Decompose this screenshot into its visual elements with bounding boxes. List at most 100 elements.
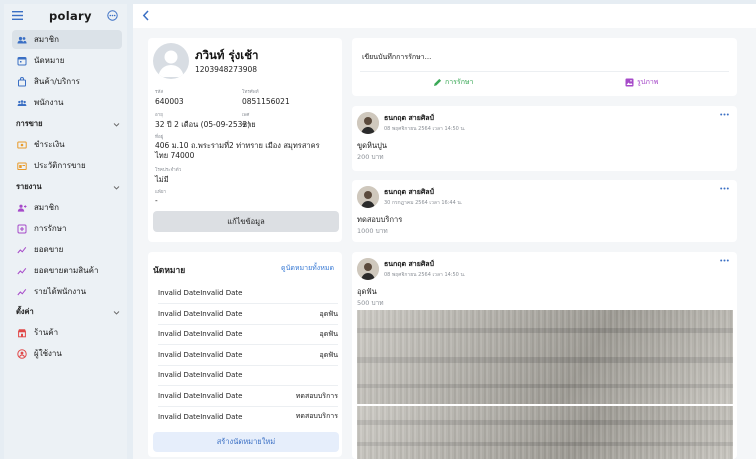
treatment-post: ธนกฤต สายศิลป์ 30 กรกฎาคม 2564 เวลา 16:4… [352, 180, 737, 242]
divider [360, 71, 729, 72]
phone-label: โทรศัพท์ [242, 90, 259, 95]
sidebar-item-sales-history[interactable]: ประวัติการขาย [12, 156, 122, 175]
new-appointment-button[interactable]: สร้างนัดหมายใหม่ [153, 432, 339, 452]
treatment-post: ธนกฤต สายศิลป์ 08 พฤศจิกายน 2564 เวลา 14… [352, 106, 737, 171]
section-title: รายงาน [16, 182, 42, 191]
address-value: 406 ม.10 ถ.พระรามที่2 ท่าทราย เมือง สมุท… [155, 141, 320, 160]
brand-bar: polary [4, 4, 127, 28]
post-service: อุดฟัน [357, 287, 377, 296]
sidebar-item-users[interactable]: ผู้ใช้งาน [12, 344, 122, 363]
section-settings[interactable]: ตั้งค่า [16, 306, 120, 318]
chevron-down-icon[interactable] [113, 184, 120, 191]
appointment-service: ทดสอบบริการ [295, 391, 338, 400]
treatment-photo[interactable] [357, 310, 733, 404]
note-input[interactable]: เขียนบันทึกการรักษา... [362, 52, 431, 63]
chevron-down-icon[interactable] [113, 121, 120, 128]
appointment-date: Invalid DateInvalid Date [158, 412, 243, 421]
more-horizontal-icon[interactable] [720, 113, 729, 116]
appointment-date: Invalid DateInvalid Date [158, 392, 243, 400]
post-service: ทดสอบบริการ [357, 215, 403, 224]
sidebar-item-report-sales[interactable]: ยอดขาย [12, 240, 122, 259]
chevron-down-icon[interactable] [113, 309, 120, 316]
section-sales[interactable]: การขาย [16, 118, 120, 130]
sidebar: polary สมาชิก นัดหมาย สินค้า/บริการ พนัก… [4, 4, 127, 459]
appointment-row[interactable]: Invalid DateInvalid Date [158, 365, 338, 386]
disease-value: ไม่มี [155, 175, 169, 184]
treatment-note-composer: เขียนบันทึกการรักษา... การรักษา รูปภาพ [352, 38, 737, 96]
sidebar-item-report-members[interactable]: สมาชิก [12, 198, 122, 217]
add-photo-button[interactable]: รูปภาพ [625, 77, 658, 88]
sidebar-item-report-treatment[interactable]: การรักษา [12, 219, 122, 238]
appointment-date: Invalid DateInvalid Date [158, 371, 243, 379]
sidebar-item-label: รายได้พนักงาน [34, 287, 87, 296]
members-report-icon [17, 203, 27, 213]
appointment-date: Invalid DateInvalid Date [158, 289, 243, 297]
post-price: 1000 บาท [357, 227, 388, 235]
photo-label: รูปภาพ [637, 78, 659, 86]
appointment-date: Invalid DateInvalid Date [158, 330, 243, 338]
edit-profile-button[interactable]: แก้ไขข้อมูล [153, 211, 339, 232]
section-title: การขาย [16, 119, 43, 128]
sidebar-item-label: ชำระเงิน [34, 140, 65, 149]
gender-value: ชาย [242, 120, 256, 129]
section-title: ตั้งค่า [16, 307, 34, 316]
sidebar-item-label: นัดหมาย [34, 56, 65, 65]
chart-line-icon [17, 245, 27, 255]
treatment-photo[interactable] [357, 406, 733, 459]
appointment-row[interactable]: Invalid DateInvalid Date [158, 283, 338, 304]
author-avatar [357, 258, 379, 280]
chart-line-icon [17, 287, 27, 297]
author-avatar [357, 186, 379, 208]
treatment-post: ธนกฤต สายศิลป์ 08 พฤศจิกายน 2564 เวลา 14… [352, 252, 737, 459]
appointment-row[interactable]: Invalid DateInvalid Date อุดฟัน [158, 304, 338, 325]
sidebar-item-report-staff-income[interactable]: รายได้พนักงาน [12, 282, 122, 301]
more-options-icon[interactable] [107, 10, 118, 21]
appointment-service: อุดฟัน [319, 329, 339, 338]
gender-label: เพศ [242, 113, 250, 118]
sidebar-item-staff[interactable]: พนักงาน [12, 93, 122, 112]
bag-icon [17, 76, 27, 87]
sidebar-item-appointments[interactable]: นัดหมาย [12, 51, 122, 70]
chart-line-icon [17, 266, 27, 276]
address-label: ที่อยู่ [155, 135, 164, 140]
sidebar-item-report-sales-by-product[interactable]: ยอดขายตามสินค้า [12, 261, 122, 280]
main-content: ภวินท์ รุ่งเช้า 1203948273908 รหัส 64000… [133, 4, 756, 459]
appointment-row[interactable]: Invalid DateInvalid Date อุดฟัน [158, 345, 338, 366]
member-name: ภวินท์ รุ่งเช้า [195, 48, 259, 62]
sidebar-item-label: ประวัติการขาย [34, 161, 86, 170]
appointment-row[interactable]: Invalid DateInvalid Date ทดสอบบริการ [158, 386, 338, 407]
appointments-title: นัดหมาย [153, 266, 186, 276]
disease-label: โรคประจำตัว [155, 168, 182, 173]
post-author: ธนกฤต สายศิลป์ [384, 260, 434, 268]
appointment-service: อุดฟัน [319, 309, 339, 318]
payment-icon [17, 140, 27, 150]
appointment-date: Invalid DateInvalid Date [158, 310, 243, 318]
app-logo[interactable]: polary [49, 9, 92, 23]
appointment-row[interactable]: Invalid DateInvalid Date ทดสอบบริการ [158, 406, 338, 427]
post-author: ธนกฤต สายศิลป์ [384, 114, 434, 122]
user-circle-icon [17, 348, 27, 359]
sidebar-item-label: ยอดขาย [34, 245, 64, 254]
code-value: 640003 [155, 97, 184, 106]
more-horizontal-icon[interactable] [720, 187, 729, 190]
back-arrow-icon[interactable] [142, 10, 150, 21]
image-icon [625, 78, 634, 87]
sidebar-item-products[interactable]: สินค้า/บริการ [12, 72, 122, 91]
age-label: อายุ [155, 113, 163, 118]
sidebar-item-payment[interactable]: ชำระเงิน [12, 135, 122, 154]
staff-icon [17, 98, 27, 108]
section-reports[interactable]: รายงาน [16, 181, 120, 193]
add-treatment-button[interactable]: การรักษา [433, 77, 473, 88]
allergy-value: - [155, 196, 158, 205]
more-horizontal-icon[interactable] [720, 259, 729, 262]
post-time: 08 พฤศจิกายน 2564 เวลา 14:50 น. [384, 126, 466, 132]
phone-value: 0851156021 [242, 97, 290, 106]
menu-icon[interactable] [12, 11, 23, 20]
sidebar-item-store[interactable]: ร้านค้า [12, 323, 122, 342]
view-all-appointments-link[interactable]: ดูนัดหมายทั้งหมด [281, 263, 334, 274]
post-price: 500 บาท [357, 299, 384, 307]
top-bar [133, 4, 756, 28]
appointment-date: Invalid DateInvalid Date [158, 351, 243, 359]
sidebar-item-members[interactable]: สมาชิก [12, 30, 122, 49]
appointment-row[interactable]: Invalid DateInvalid Date อุดฟัน [158, 324, 338, 345]
